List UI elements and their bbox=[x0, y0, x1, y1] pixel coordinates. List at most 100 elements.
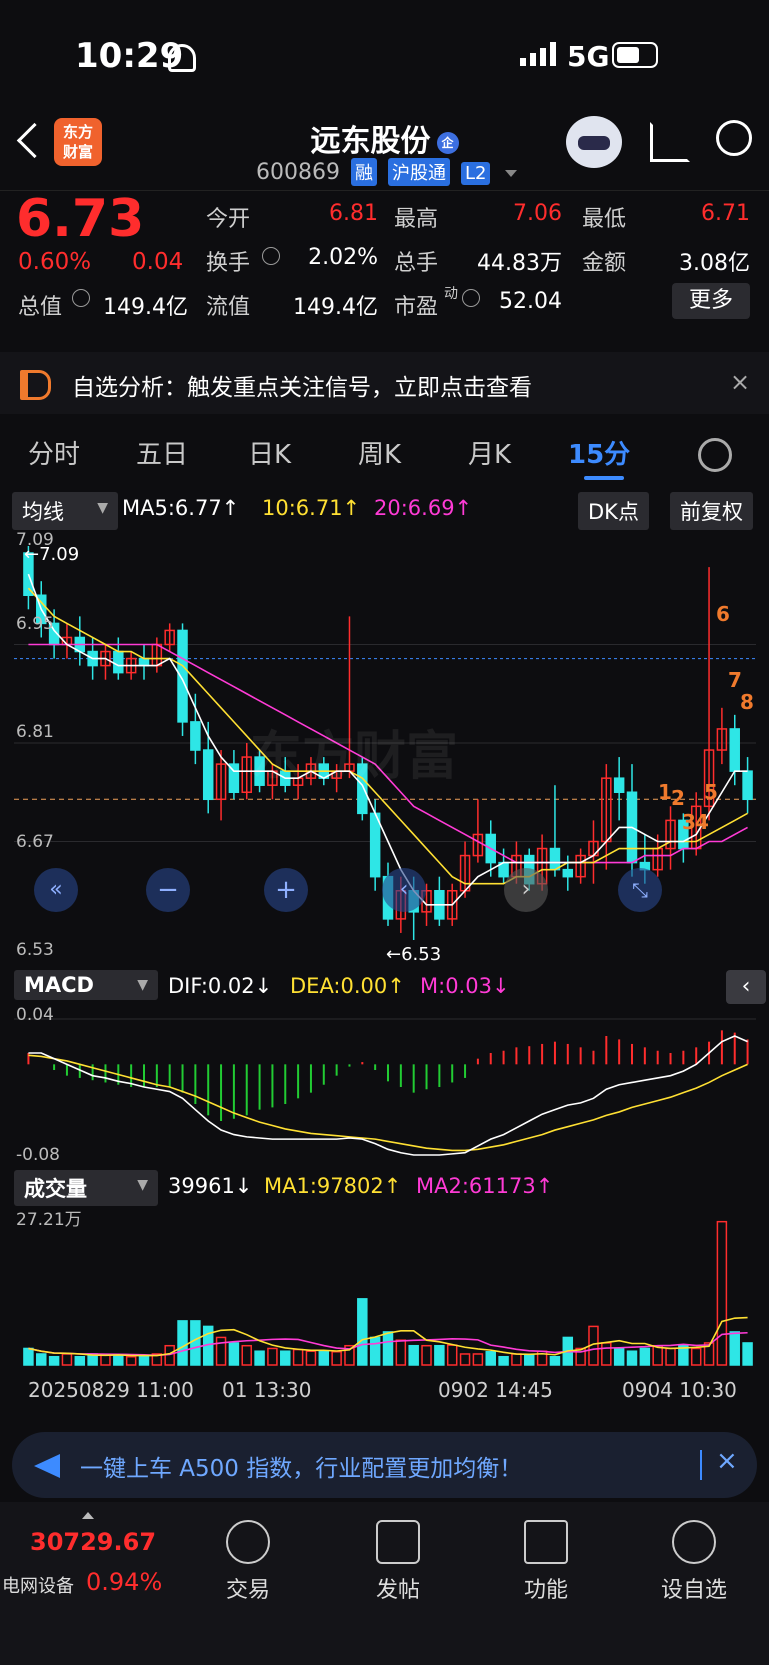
tab-15min[interactable]: 15分 bbox=[568, 434, 630, 471]
volume-bar bbox=[267, 1347, 278, 1366]
zoom-in-button[interactable]: + bbox=[264, 868, 308, 912]
candle-body bbox=[549, 847, 561, 871]
high-marker: ←7.09 bbox=[24, 544, 80, 565]
stock-name-text: 远东股份 bbox=[310, 124, 431, 159]
indicator-select[interactable]: 均线 ▼ bbox=[12, 492, 118, 530]
trade-button[interactable]: 交易 bbox=[198, 1520, 298, 1604]
share-icon[interactable] bbox=[650, 122, 690, 162]
dif-line bbox=[28, 1035, 748, 1156]
volume-bar bbox=[511, 1353, 522, 1366]
tab-intraday[interactable]: 分时 bbox=[28, 434, 80, 471]
search-icon[interactable] bbox=[716, 120, 752, 156]
macd-chart[interactable]: 0.04 -0.08 bbox=[14, 1005, 756, 1167]
volume-label: 总手 bbox=[394, 251, 439, 276]
zoom-out-button[interactable]: − bbox=[146, 868, 190, 912]
info-icon[interactable] bbox=[462, 289, 480, 307]
watermark: 东方财富 bbox=[250, 727, 459, 787]
post-button[interactable]: 发帖 bbox=[348, 1520, 448, 1604]
vol-ma2-value: MA2:61173↑ bbox=[416, 1174, 554, 1198]
info-icon[interactable] bbox=[72, 289, 90, 307]
high-value: 7.06 bbox=[513, 201, 562, 226]
open-value: 6.81 bbox=[329, 201, 378, 226]
volume-legend: 成交量 ▼ 39961↓ MA1:97802↑ MA2:61173↑ bbox=[0, 1170, 769, 1206]
tab-weekly-k[interactable]: 周K bbox=[358, 434, 401, 471]
dropdown-icon[interactable] bbox=[505, 169, 518, 177]
stock-code: 600869 bbox=[256, 160, 340, 185]
volume-bar bbox=[305, 1350, 317, 1366]
speaker-icon bbox=[20, 370, 51, 400]
adjust-button[interactable]: 前复权 bbox=[670, 492, 753, 530]
pe-value: 52.04 bbox=[499, 289, 562, 314]
scroll-left-step-button[interactable]: ‹ bbox=[382, 868, 426, 912]
change-amount: 0.04 bbox=[132, 249, 184, 275]
turnover-label: 换手 bbox=[206, 251, 251, 276]
caret-icon: ▼ bbox=[137, 1177, 148, 1193]
signal-2: 2 bbox=[671, 786, 685, 810]
vol-ma1-value: MA1:97802↑ bbox=[264, 1174, 402, 1198]
price-label-4: 6.67 bbox=[16, 832, 54, 852]
robot-assistant-icon[interactable] bbox=[566, 116, 622, 168]
vol-value: 39961↓ bbox=[168, 1174, 253, 1198]
quote-panel: 6.73 0.60% 0.04 今开 6.81 最高 7.06 最低 6.71 … bbox=[0, 189, 769, 351]
price-label-bottom: 6.53 bbox=[16, 940, 54, 960]
megaphone-icon bbox=[34, 1454, 60, 1478]
stock-code-row: 600869 融 沪股通 L2 bbox=[256, 158, 518, 186]
amount-value: 3.08亿 bbox=[679, 251, 750, 276]
tab-five-day[interactable]: 五日 bbox=[136, 434, 188, 471]
volume-chart[interactable]: 27.21万 bbox=[14, 1205, 756, 1367]
volume-bar bbox=[690, 1347, 702, 1366]
close-icon[interactable]: × bbox=[716, 1446, 738, 1476]
ma5-value: MA5:6.77↑ bbox=[122, 496, 240, 520]
index-value[interactable]: 30729.67 bbox=[30, 1528, 156, 1556]
macd-select[interactable]: MACD ▼ bbox=[14, 970, 158, 1000]
turnover-value: 2.02% bbox=[308, 245, 378, 270]
close-icon[interactable]: × bbox=[730, 368, 750, 396]
volume-bar bbox=[498, 1355, 509, 1366]
mute-icon bbox=[168, 44, 196, 72]
tab-monthly-k[interactable]: 月K bbox=[468, 434, 511, 471]
ma-legend: 均线 ▼ MA5:6.77↑ 10:6.71↑ 20:6.69↑ DK点 前复权 bbox=[0, 490, 769, 530]
float-value: 149.4亿 bbox=[293, 295, 378, 320]
scroll-left-button[interactable]: « bbox=[34, 868, 78, 912]
caret-icon: ▼ bbox=[97, 500, 108, 516]
volume-select[interactable]: 成交量 ▼ bbox=[14, 1170, 158, 1206]
battery-icon bbox=[612, 42, 658, 68]
settings-icon[interactable] bbox=[698, 438, 732, 472]
info-icon[interactable] bbox=[262, 247, 280, 265]
candlestick-chart[interactable]: 7.09 6.95 6.81 6.67 6.53 ←7.09 ←6.53 东方财… bbox=[14, 530, 756, 965]
volume-bar bbox=[652, 1344, 663, 1366]
fullscreen-button[interactable]: ⤡ bbox=[618, 868, 662, 912]
bottom-nav: 30729.67 电网设备 0.94% 交易 发帖 功能 设自选 bbox=[0, 1502, 769, 1665]
volume-bar bbox=[190, 1320, 201, 1366]
volume-bar bbox=[280, 1350, 291, 1366]
candle-body bbox=[177, 629, 188, 723]
status-bar: 10:29 5G bbox=[0, 0, 769, 110]
index-name: 电网设备 bbox=[2, 1576, 74, 1597]
time-axis: 20250829 11:00 01 13:30 0902 14:45 0904 … bbox=[0, 1372, 769, 1412]
dif-value: DIF:0.02↓ bbox=[168, 974, 273, 998]
analysis-notice[interactable]: 自选分析：触发重点关注信号，立即点击查看 × bbox=[0, 352, 769, 414]
candle-body bbox=[562, 868, 574, 878]
features-button[interactable]: 功能 bbox=[496, 1520, 596, 1604]
mktcap-value: 149.4亿 bbox=[103, 295, 188, 320]
edit-icon bbox=[376, 1520, 420, 1564]
ma10-value: 10:6.71↑ bbox=[262, 496, 361, 520]
low-label: 最低 bbox=[582, 207, 627, 232]
volume-bar bbox=[665, 1347, 676, 1366]
more-dots-icon bbox=[672, 1520, 716, 1564]
collapse-panel-button[interactable]: ‹ bbox=[726, 970, 766, 1004]
dea-value: DEA:0.00↑ bbox=[290, 974, 405, 998]
volume-bar bbox=[485, 1351, 496, 1366]
volume-bar bbox=[524, 1354, 535, 1366]
macd-axis-top: 0.04 bbox=[16, 1005, 54, 1025]
tab-daily-k[interactable]: 日K bbox=[248, 434, 291, 471]
indicator-label: 均线 bbox=[22, 500, 64, 524]
more-button[interactable]: 更多 bbox=[672, 283, 750, 319]
dk-point-button[interactable]: DK点 bbox=[578, 492, 649, 530]
promo-banner[interactable]: 一键上车 A500 指数，行业配置更加均衡！ × bbox=[12, 1432, 757, 1498]
scroll-right-button[interactable]: › bbox=[504, 868, 548, 912]
add-watchlist-button[interactable]: 设自选 bbox=[644, 1520, 744, 1604]
volume-bar bbox=[48, 1355, 60, 1366]
volume-bar bbox=[23, 1347, 34, 1366]
volume-bar bbox=[742, 1342, 753, 1366]
